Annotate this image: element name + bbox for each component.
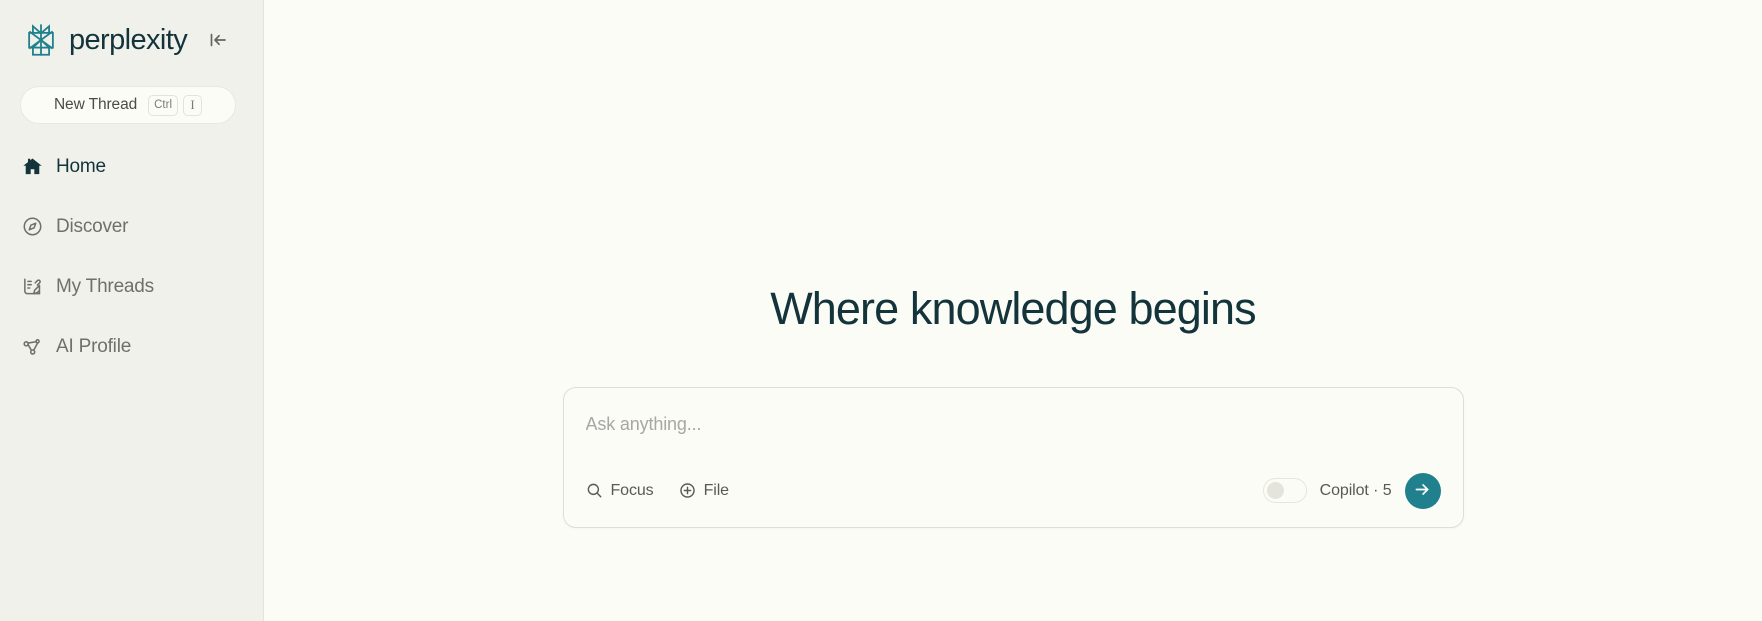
focus-label: Focus xyxy=(610,481,654,499)
arrow-right-icon xyxy=(1413,480,1432,502)
perplexity-logo-icon xyxy=(22,21,60,59)
sidebar-item-label: AI Profile xyxy=(56,335,132,357)
focus-button[interactable]: Focus xyxy=(586,482,654,499)
brand-logo[interactable]: perplexity xyxy=(22,21,188,59)
ask-box-tools: Focus File xyxy=(586,482,729,499)
sidebar-item-label: Home xyxy=(56,155,106,177)
sidebar-item-label: Discover xyxy=(56,215,129,237)
new-thread-shortcut: Ctrl I xyxy=(148,94,203,116)
sidebar-item-label: My Threads xyxy=(56,275,154,297)
sidebar-item-ai-profile[interactable]: AI Profile xyxy=(22,326,263,366)
ask-box-actions: Copilot · 5 xyxy=(1262,472,1441,509)
hero-section: Where knowledge begins Focus xyxy=(264,284,1762,528)
shortcut-letter-key: I xyxy=(183,94,203,116)
sidebar: perplexity New Thread Ctrl I Home Discov… xyxy=(0,0,264,621)
copilot-toggle[interactable] xyxy=(1262,478,1307,503)
ask-anything-box[interactable]: Focus File xyxy=(562,386,1464,528)
collapse-sidebar-icon[interactable] xyxy=(205,27,231,53)
sidebar-item-my-threads[interactable]: My Threads xyxy=(22,266,263,306)
new-thread-button[interactable]: New Thread Ctrl I xyxy=(20,86,236,124)
ai-profile-icon xyxy=(22,336,43,357)
page-title: Where knowledge begins xyxy=(770,283,1256,334)
ask-box-footer: Focus File Copilot · 5 xyxy=(586,472,1441,509)
compass-icon xyxy=(22,216,43,237)
app-root: perplexity New Thread Ctrl I Home Discov… xyxy=(0,0,1762,621)
copilot-label: Copilot · 5 xyxy=(1319,481,1392,499)
sidebar-item-discover[interactable]: Discover xyxy=(22,206,263,246)
main-content: Where knowledge begins Focus xyxy=(264,0,1762,621)
home-icon xyxy=(22,156,43,177)
search-input[interactable] xyxy=(585,413,1441,436)
shortcut-modifier-key: Ctrl xyxy=(148,94,179,116)
plus-circle-icon xyxy=(679,482,696,499)
new-thread-label: New Thread xyxy=(53,96,138,113)
file-label: File xyxy=(703,481,729,499)
threads-icon xyxy=(22,276,43,297)
file-button[interactable]: File xyxy=(679,482,729,499)
sidebar-item-home[interactable]: Home xyxy=(22,146,263,186)
sidebar-header: perplexity xyxy=(0,0,263,62)
sidebar-nav: Home Discover My Threads AI Profile xyxy=(0,146,263,386)
brand-name: perplexity xyxy=(69,23,188,56)
submit-button[interactable] xyxy=(1404,472,1441,509)
copilot-toggle-knob xyxy=(1266,482,1284,499)
search-icon xyxy=(586,482,603,499)
